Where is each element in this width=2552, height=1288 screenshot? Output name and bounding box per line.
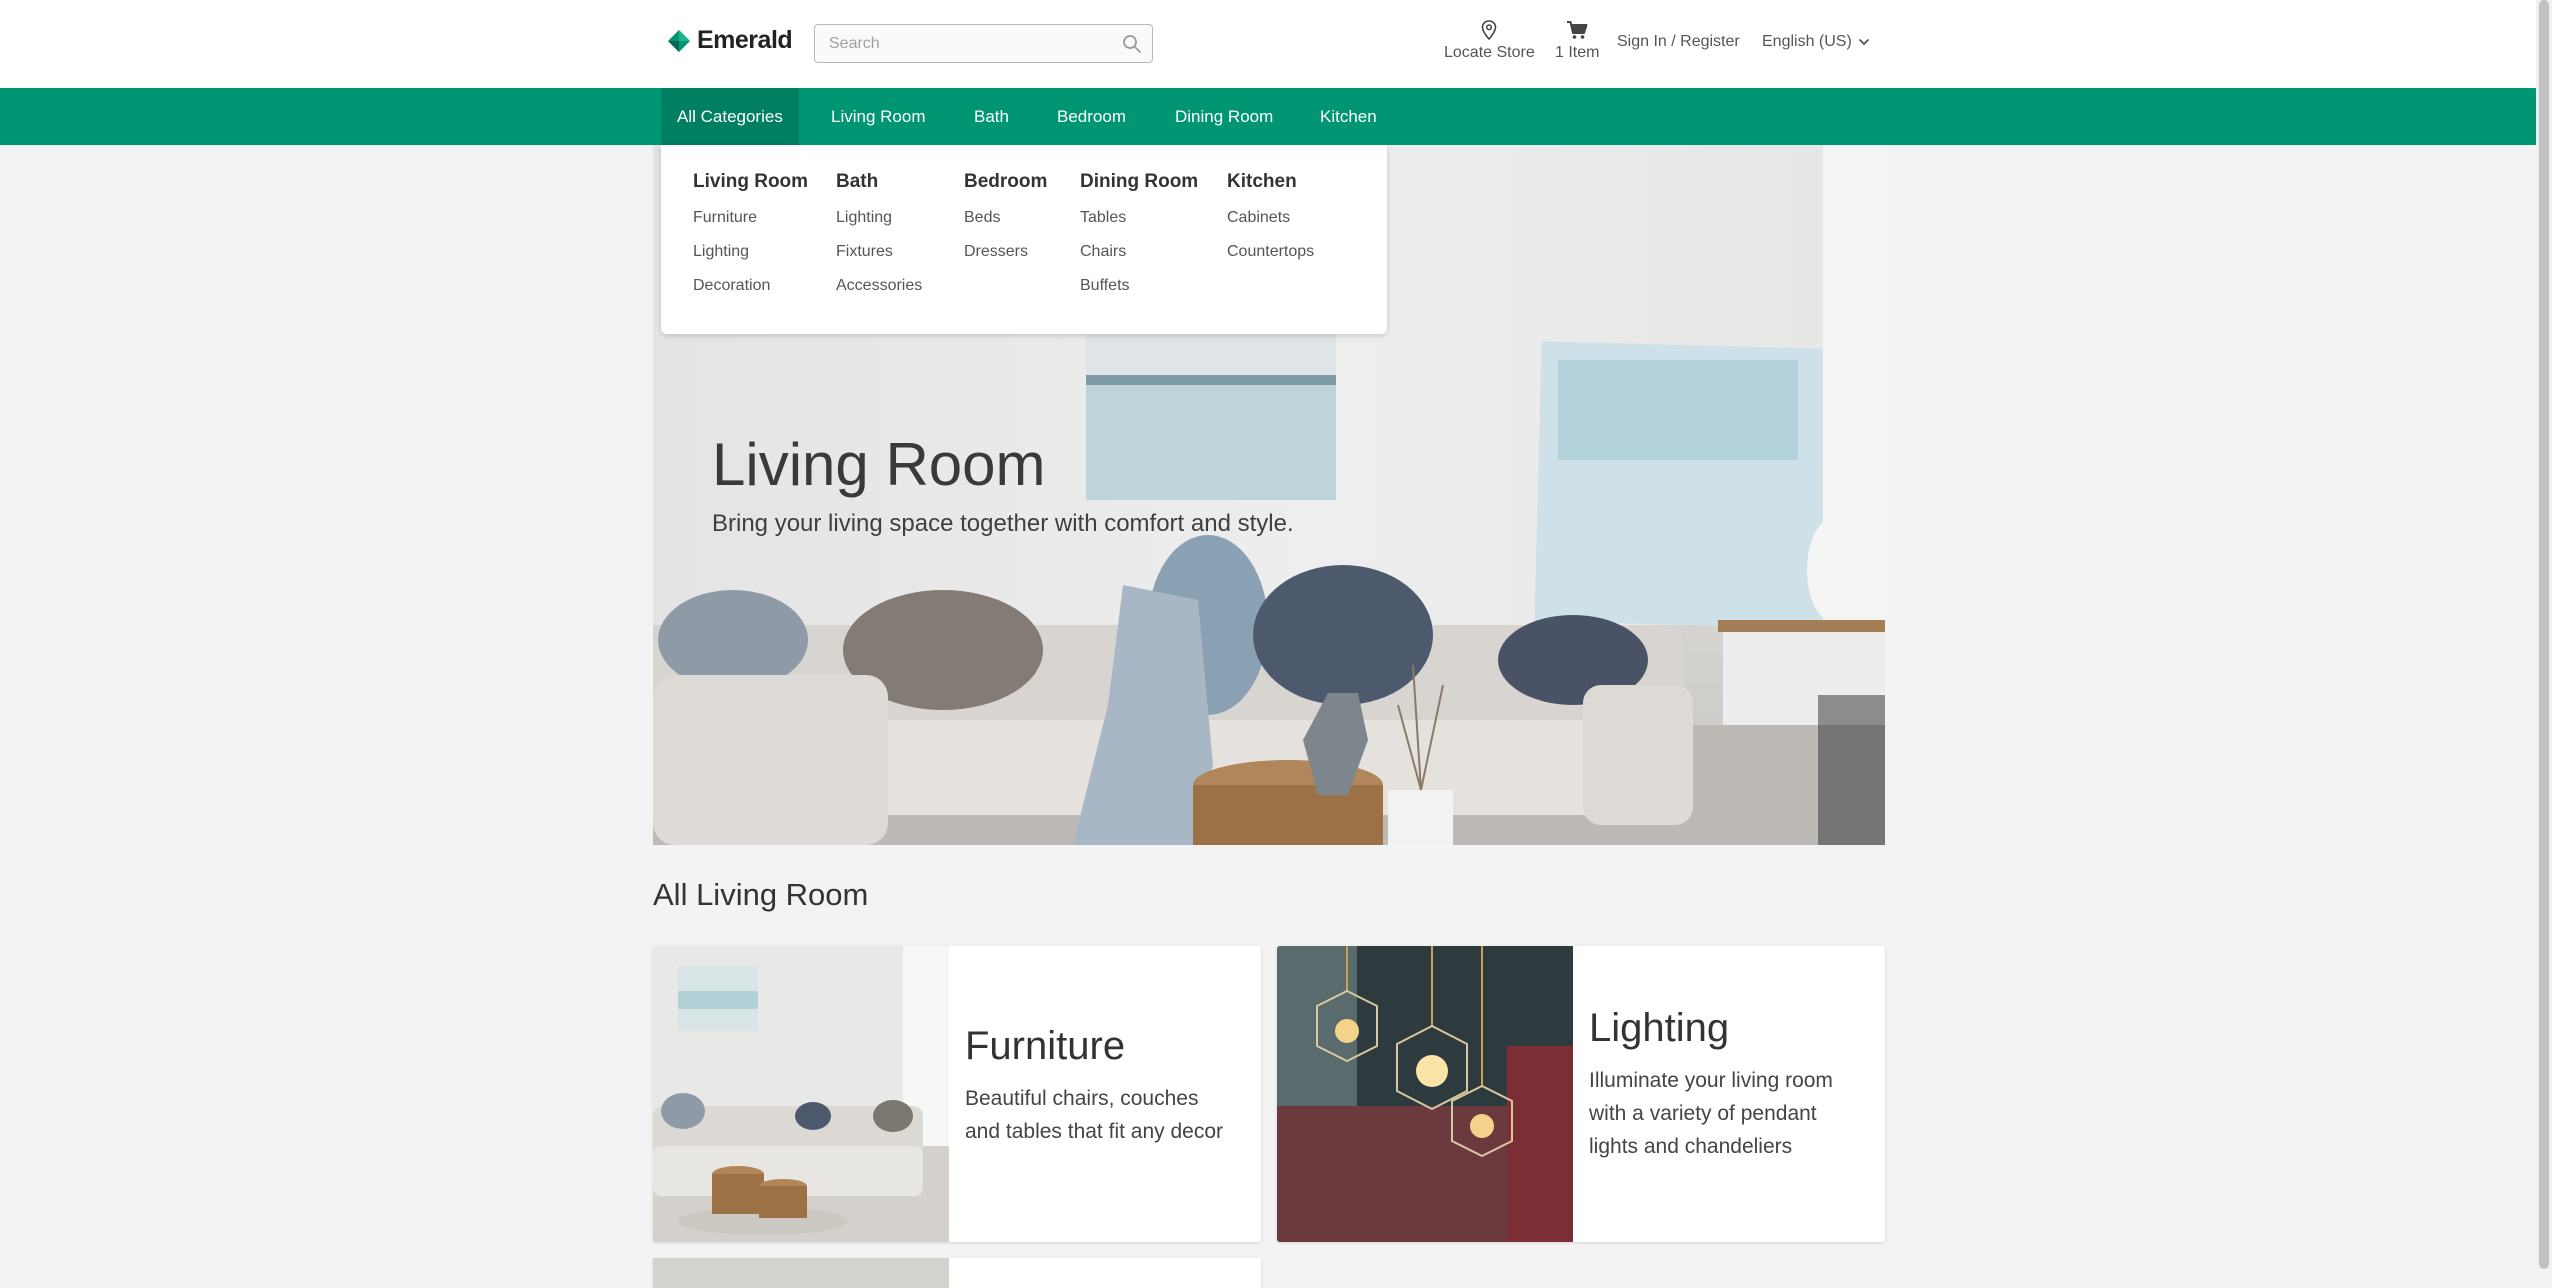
nav-kitchen[interactable]: Kitchen xyxy=(1320,88,1377,145)
brand-name: Emerald xyxy=(697,26,793,54)
mega-link-accessories[interactable]: Accessories xyxy=(836,277,922,295)
mega-heading-bath[interactable]: Bath xyxy=(836,171,922,193)
page-scrollbar[interactable] xyxy=(2536,0,2552,1269)
section-title: All Living Room xyxy=(653,877,869,912)
category-card-furniture[interactable]: Furniture Beautiful chairs, couches and … xyxy=(653,946,1261,1242)
emerald-diamond-icon xyxy=(668,29,690,52)
mega-link-lighting[interactable]: Lighting xyxy=(693,243,808,261)
mega-column-dining-room: Dining Room Tables Chairs Buffets xyxy=(1080,171,1198,311)
category-nav: All Categories Living Room Bath Bedroom … xyxy=(0,88,2536,145)
mega-link-dressers[interactable]: Dressers xyxy=(964,243,1047,261)
mega-link-furniture[interactable]: Furniture xyxy=(693,209,808,227)
site-header: Emerald Locate Store 1 Item Sign In / Re… xyxy=(0,0,2536,88)
mega-link-cabinets[interactable]: Cabinets xyxy=(1227,209,1314,227)
search-box xyxy=(814,24,1153,63)
hero-subtitle: Bring your living space together with co… xyxy=(712,510,1294,537)
nav-bedroom[interactable]: Bedroom xyxy=(1057,88,1126,145)
sign-in-register-link[interactable]: Sign In / Register xyxy=(1617,33,1740,51)
furniture-image xyxy=(653,946,949,1242)
card-title-furniture: Furniture xyxy=(965,1024,1126,1068)
nav-living-room[interactable]: Living Room xyxy=(831,88,926,145)
mega-link-fixtures[interactable]: Fixtures xyxy=(836,243,922,261)
mega-link-buffets[interactable]: Buffets xyxy=(1080,277,1198,295)
mega-link-chairs[interactable]: Chairs xyxy=(1080,243,1198,261)
search-input[interactable] xyxy=(815,25,1152,62)
partial-card-image xyxy=(653,1258,949,1288)
mega-link-bath-lighting[interactable]: Lighting xyxy=(836,209,922,227)
mega-heading-bedroom[interactable]: Bedroom xyxy=(964,171,1047,193)
language-label: English (US) xyxy=(1762,33,1852,50)
location-pin-icon xyxy=(1482,20,1497,40)
cart-label: 1 Item xyxy=(1555,44,1600,61)
locate-store-label: Locate Store xyxy=(1444,44,1535,61)
mega-heading-kitchen[interactable]: Kitchen xyxy=(1227,171,1314,193)
mega-heading-living-room[interactable]: Living Room xyxy=(693,171,808,193)
card-description-lighting: Illuminate your living room with a varie… xyxy=(1589,1069,1833,1158)
mega-column-bedroom: Bedroom Beds Dressers xyxy=(964,171,1047,277)
language-selector[interactable]: English (US) xyxy=(1762,33,1870,51)
card-description-furniture: Beautiful chairs, couches and tables tha… xyxy=(965,1087,1223,1143)
mega-menu-dropdown: Living Room Furniture Lighting Decoratio… xyxy=(661,145,1387,334)
nav-all-categories[interactable]: All Categories xyxy=(661,88,799,145)
search-icon[interactable] xyxy=(1122,34,1142,54)
category-card-partial[interactable] xyxy=(653,1258,1261,1288)
mega-heading-dining-room[interactable]: Dining Room xyxy=(1080,171,1198,193)
category-card-lighting[interactable]: Lighting Illuminate your living room wit… xyxy=(1277,946,1885,1242)
mega-link-beds[interactable]: Beds xyxy=(964,209,1047,227)
scrollbar-thumb[interactable] xyxy=(2539,0,2549,1269)
nav-dining-room[interactable]: Dining Room xyxy=(1175,88,1273,145)
mega-column-bath: Bath Lighting Fixtures Accessories xyxy=(836,171,922,311)
cart-icon xyxy=(1567,21,1588,39)
mega-link-countertops[interactable]: Countertops xyxy=(1227,243,1314,261)
logo[interactable]: Emerald xyxy=(667,26,793,55)
locate-store-button[interactable]: Locate Store xyxy=(1444,20,1535,62)
card-title-lighting: Lighting xyxy=(1589,1006,1730,1050)
cart-button[interactable]: 1 Item xyxy=(1555,20,1599,62)
mega-column-kitchen: Kitchen Cabinets Countertops xyxy=(1227,171,1314,277)
mega-column-living-room: Living Room Furniture Lighting Decoratio… xyxy=(693,171,808,311)
hero-title: Living Room xyxy=(712,431,1046,498)
lighting-image xyxy=(1277,946,1573,1242)
chevron-down-icon xyxy=(1858,38,1869,46)
nav-bath[interactable]: Bath xyxy=(974,88,1009,145)
mega-link-tables[interactable]: Tables xyxy=(1080,209,1198,227)
mega-link-decoration[interactable]: Decoration xyxy=(693,277,808,295)
